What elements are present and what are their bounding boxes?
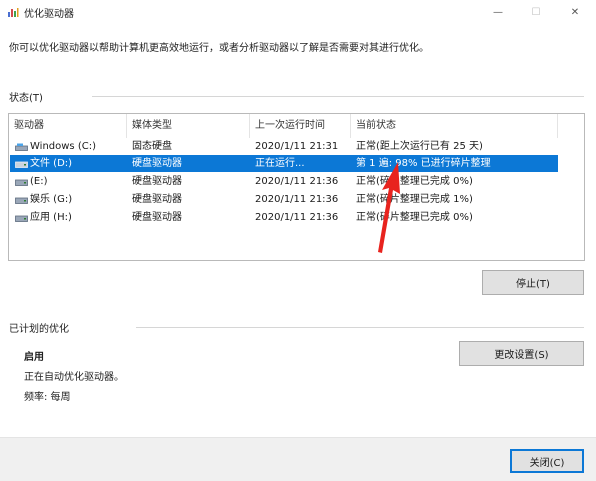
close-window-button[interactable]: ✕ [556,0,594,24]
last-run: 2020/1/11 21:31 [255,141,339,152]
media-type: 硬盘驱动器 [132,194,182,205]
last-run: 正在运行... [255,158,305,169]
last-run: 2020/1/11 21:36 [255,194,339,205]
annotation-arrow-icon [378,162,400,253]
minimize-button[interactable]: — [479,0,517,24]
description-text: 你可以优化驱动器以帮助计算机更高效地运行，或者分析驱动器以了解是否需要对其进行优… [9,43,429,54]
title-bar: 优化驱动器 — ☐ ✕ [0,0,596,24]
scheduled-section-divider [136,327,584,328]
dialog-footer: 关闭(C) [0,437,596,481]
drive-name: (E:) [30,176,48,187]
media-type: 硬盘驱动器 [132,158,182,169]
drive-name: 应用 (H:) [30,212,72,223]
ssd-drive-icon [15,143,28,151]
table-row[interactable]: 娱乐 (G:) 硬盘驱动器 2020/1/11 21:36 正常(碎片整理已完成… [10,191,558,208]
drive-name: 娱乐 (G:) [30,194,73,205]
schedule-state: 启用 [24,352,44,363]
current-status: 正常(距上次运行已有 25 天) [356,141,483,152]
schedule-frequency: 频率: 每周 [24,392,71,403]
table-row[interactable]: Windows (C:) 固态硬盘 2020/1/11 21:31 正常(距上次… [10,138,558,155]
table-row-selected[interactable]: 文件 (D:) 硬盘驱动器 正在运行... 第 1 遍: 98% 已进行碎片整理 [10,155,558,172]
column-header-drive[interactable]: 驱动器 [9,114,126,138]
column-header-last-run[interactable]: 上一次运行时间 [250,114,350,138]
status-section-label: 状态(T) [9,93,43,104]
table-header: 驱动器 媒体类型 上一次运行时间 当前状态 [9,114,584,138]
table-row[interactable]: (E:) 硬盘驱动器 2020/1/11 21:36 正常(碎片整理已完成 0%… [10,173,558,190]
table-row[interactable]: 应用 (H:) 硬盘驱动器 2020/1/11 21:36 正常(碎片整理已完成… [10,209,558,226]
hdd-drive-icon [15,161,28,168]
last-run: 2020/1/11 21:36 [255,176,339,187]
stop-button[interactable]: 停止(T) [482,270,584,295]
hdd-drive-icon [15,179,28,186]
drive-name: 文件 (D:) [30,158,73,169]
hdd-drive-icon [15,215,28,222]
drives-table[interactable]: 驱动器 媒体类型 上一次运行时间 当前状态 Windows (C:) 固态硬盘 … [8,113,585,261]
media-type: 固态硬盘 [132,141,172,152]
last-run: 2020/1/11 21:36 [255,212,339,223]
hdd-drive-icon [15,197,28,204]
column-header-media-type[interactable]: 媒体类型 [127,114,249,138]
window-title: 优化驱动器 [24,9,74,20]
media-type: 硬盘驱动器 [132,212,182,223]
media-type: 硬盘驱动器 [132,176,182,187]
maximize-button[interactable]: ☐ [517,0,555,24]
change-settings-button[interactable]: 更改设置(S) [459,341,584,366]
optimize-drives-app-icon [8,8,19,17]
scheduled-section-label: 已计划的优化 [9,324,69,335]
close-button[interactable]: 关闭(C) [510,449,584,473]
status-section-divider [92,96,584,97]
column-separator [557,114,558,138]
schedule-description: 正在自动优化驱动器。 [24,372,124,383]
drive-name: Windows (C:) [30,141,96,152]
column-header-current-status[interactable]: 当前状态 [351,114,557,138]
